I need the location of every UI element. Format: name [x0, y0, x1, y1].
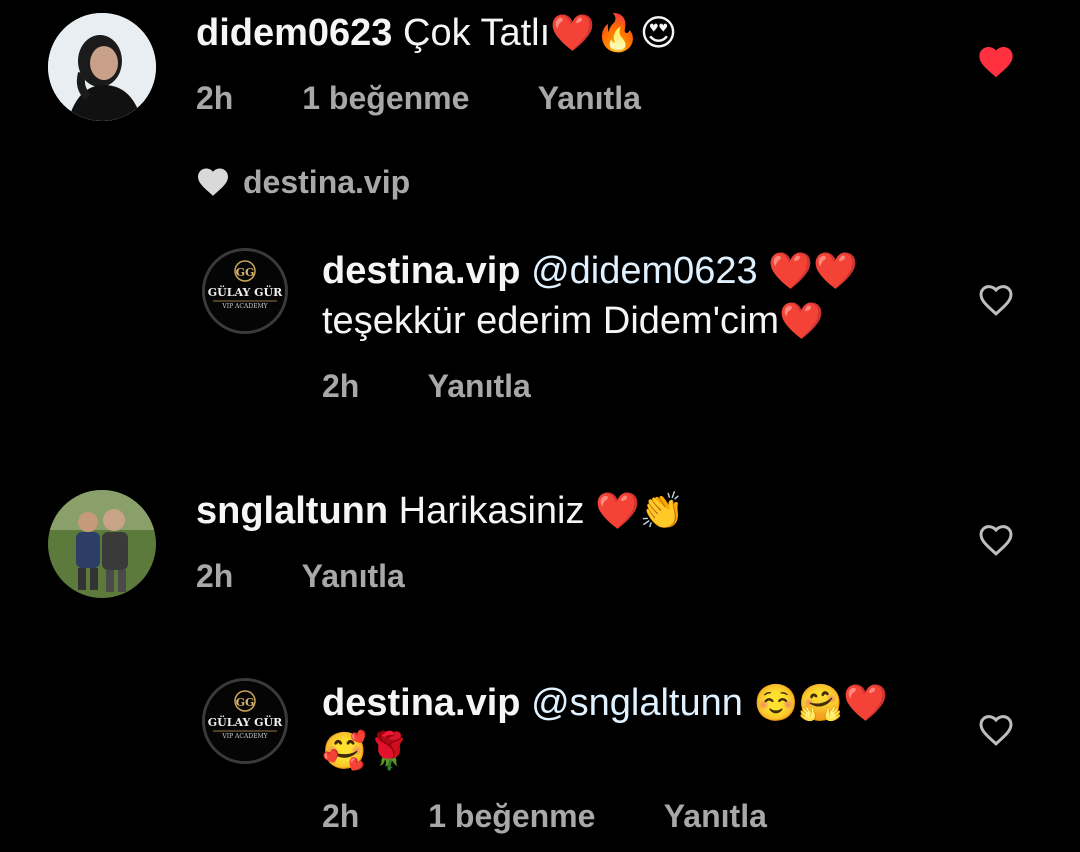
logo-sub: VIP ACADEMY: [221, 733, 268, 740]
comment-2-time: 2h: [196, 558, 234, 594]
comment-1-like-button[interactable]: [976, 42, 1016, 82]
comment-2-emojis: ❤️👏: [595, 491, 685, 532]
reply-1-username[interactable]: destina.vip: [322, 250, 521, 292]
logo-sub: VIP ACADEMY: [221, 303, 268, 310]
avatar-photo: [48, 13, 156, 121]
heart-outline-icon: [979, 525, 1013, 556]
comment-1-username[interactable]: didem0623: [196, 12, 392, 54]
avatar-snglaltunn[interactable]: [48, 490, 156, 598]
reply-1-meta: 2h Yanıtla: [322, 366, 591, 406]
logo-name: GÜLAY GÜR: [208, 285, 283, 299]
comment-2-reply-button[interactable]: Yanıtla: [302, 558, 405, 594]
reply-2-like-button[interactable]: [976, 710, 1016, 750]
reply-2-body: destina.vip @snglaltunn ☺️🤗❤️: [322, 680, 888, 727]
reply-1-like-button[interactable]: [976, 280, 1016, 320]
heart-outline-icon: [979, 715, 1013, 746]
avatar-destina-vip[interactable]: GG GÜLAY GÜR VIP ACADEMY: [202, 678, 288, 764]
comment-1-likes[interactable]: 1 beğenme: [302, 80, 469, 116]
gulay-gur-logo: GG GÜLAY GÜR VIP ACADEMY: [205, 681, 285, 761]
reply-1-emojis-line2: ❤️: [779, 301, 824, 342]
heart-small-icon: [198, 168, 228, 196]
comment-2-like-button[interactable]: [976, 520, 1016, 560]
heart-outline-icon: [979, 285, 1013, 316]
reply-2-emojis-line1: ☺️🤗❤️: [753, 683, 888, 724]
avatar-didem0623[interactable]: [48, 13, 156, 121]
creator-like-indicator: destina.vip: [195, 162, 410, 202]
avatar-photo: [48, 490, 156, 598]
reply-1-time: 2h: [322, 368, 360, 404]
comment-1-time: 2h: [196, 80, 234, 116]
reply-1-reply-button[interactable]: Yanıtla: [428, 368, 531, 404]
logo-monogram: GG: [236, 266, 255, 279]
reply-1-text: teşekkür ederim Didem'cim: [322, 300, 780, 342]
comment-2-body: snglaltunn Harikasiniz ❤️👏: [196, 488, 685, 535]
reply-1-emojis-line1: ❤️❤️: [768, 251, 858, 292]
logo-name: GÜLAY GÜR: [208, 715, 283, 729]
reply-2-body-line2: 🥰🌹: [322, 728, 412, 775]
comment-2-meta: 2h Yanıtla: [196, 556, 465, 596]
reply-1-body: destina.vip @didem0623 ❤️❤️: [322, 248, 858, 295]
comment-1-body: didem0623 Çok Tatlı❤️🔥😍: [196, 10, 677, 57]
gulay-gur-logo: GG GÜLAY GÜR VIP ACADEMY: [205, 251, 285, 331]
reply-1-mention[interactable]: @didem0623: [531, 250, 758, 292]
reply-2-likes[interactable]: 1 beğenme: [428, 798, 595, 834]
comment-1-text: Çok Tatlı: [403, 12, 551, 54]
reply-2-emojis-line2: 🥰🌹: [322, 731, 412, 772]
reply-1-body-line2: teşekkür ederim Didem'cim❤️: [322, 298, 824, 345]
avatar-destina-vip[interactable]: GG GÜLAY GÜR VIP ACADEMY: [202, 248, 288, 334]
reply-2-reply-button[interactable]: Yanıtla: [664, 798, 767, 834]
logo-monogram: GG: [236, 696, 255, 709]
reply-2-time: 2h: [322, 798, 360, 834]
reply-2-meta: 2h 1 beğenme Yanıtla: [322, 796, 827, 836]
reply-2-username[interactable]: destina.vip: [322, 682, 521, 724]
comment-2-username[interactable]: snglaltunn: [196, 490, 388, 532]
comment-1-reply-button[interactable]: Yanıtla: [538, 80, 641, 116]
heart-filled-icon: [979, 47, 1013, 78]
reply-2-mention[interactable]: @snglaltunn: [531, 682, 743, 724]
comments-screen: didem0623 Çok Tatlı❤️🔥😍 2h 1 beğenme Yan…: [0, 0, 1080, 852]
comment-2-text: Harikasiniz: [398, 490, 585, 532]
comment-1-emojis: ❤️🔥😍: [550, 13, 678, 54]
creator-like-label[interactable]: destina.vip: [243, 162, 410, 202]
comment-1-meta: 2h 1 beğenme Yanıtla: [196, 78, 701, 118]
